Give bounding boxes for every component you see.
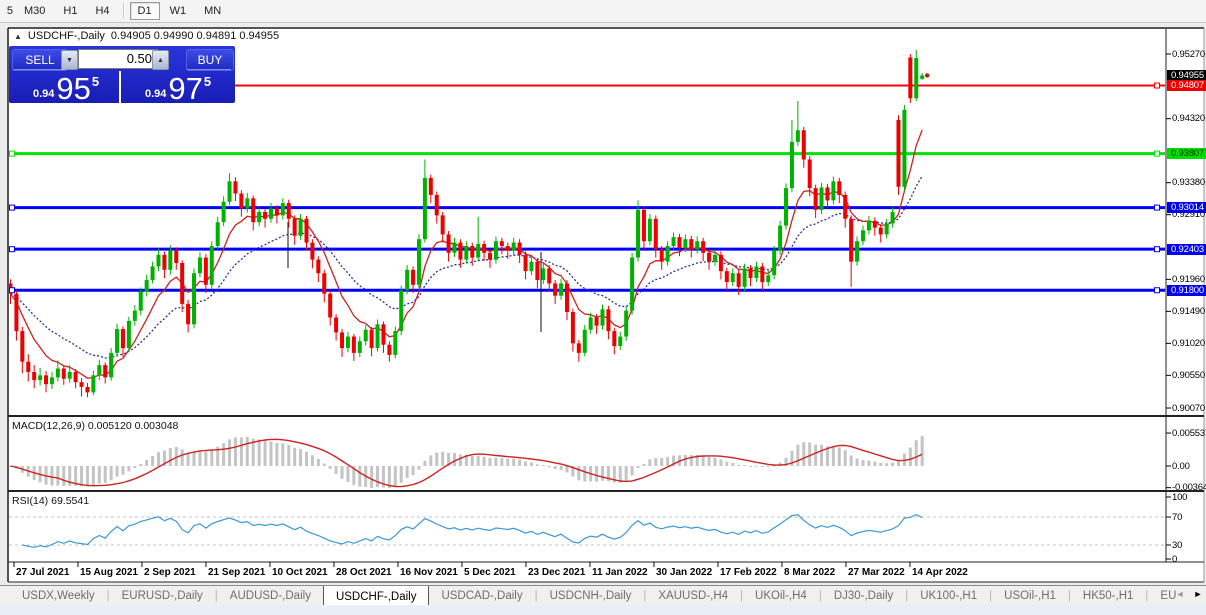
tab-audusd-daily[interactable]: AUDUSD-,Daily [218,586,323,606]
tab-usoil-h1[interactable]: USOil-,H1 [992,586,1068,606]
tab-scroll-right-button[interactable]: ► [1192,587,1204,601]
date-tick-label: 27 Mar 2022 [848,567,905,578]
date-tick-label: 5 Dec 2021 [464,567,516,578]
tab-hk50-h1[interactable]: HK50-,H1 [1071,586,1146,606]
spin-down-icon: ▼ [66,57,73,64]
level-handle [10,151,15,156]
price-tick-label: 0.95270 [1172,49,1205,60]
level-handle [10,288,15,293]
macd-tick-label: 0.005537 [1172,428,1206,439]
bid-price-display[interactable]: 0.94955 [33,71,99,103]
date-tick-label: 8 Mar 2022 [784,567,835,578]
tab-dj30-daily[interactable]: DJ30-,Daily [822,586,905,606]
date-tick-label: 14 Apr 2022 [912,567,968,578]
date-tick-label: 10 Oct 2021 [272,567,328,578]
date-tick-label: 11 Jan 2022 [592,567,648,578]
date-tick-label: 21 Sep 2021 [208,567,265,578]
tab-scroll-arrows: ◄ ► [1174,587,1204,601]
price-tick-label: 0.93380 [1172,177,1205,188]
bid-ask-divider [119,71,121,103]
chart-title: ▲ USDCHF-,Daily 0.94905 0.94990 0.94891 … [14,30,279,42]
tab-ukoil-h4[interactable]: UKOil-,H4 [743,586,819,606]
level-badge-red: 0.94807 [1167,80,1206,91]
level-handle [10,247,15,252]
one-click-trade-panel: SELL ▼ 0.50 ▲ BUY 0.94955 0.94975 [9,46,235,103]
macd-tick-label: 0.00 [1172,461,1190,472]
chart-symbol-label: USDCHF-,Daily [28,30,105,42]
spin-up-icon: ▲ [157,57,164,64]
chart-ohlc-values: 0.94905 0.94990 0.94891 0.94955 [111,30,279,42]
tab-usdchf-daily[interactable]: USDCHF-,Daily [323,585,430,606]
tab-usdcnh-daily[interactable]: USDCNH-,Daily [538,586,644,606]
tab-xauusd-h4[interactable]: XAUUSD-,H4 [646,586,740,606]
rsi-value: 69.5541 [51,495,89,507]
rsi-tick-label: 70 [1172,512,1182,523]
date-tick-label: 27 Jul 2021 [16,567,69,578]
level-handle [1155,288,1160,293]
symbol-tabbar: USDX,Weekly|EURUSD-,Daily|AUDUSD-,DailyU… [0,585,1206,606]
status-strip [0,605,1206,615]
last-price-marker [925,73,929,77]
tab-uk100-h1[interactable]: UK100-,H1 [908,586,989,606]
level-handle [1155,205,1160,210]
level-badge-blue-2: 0.92403 [1167,244,1206,255]
bid-big-digits: 95 [56,74,90,103]
rsi-tick-label: 30 [1172,540,1182,551]
date-tick-label: 17 Feb 2022 [720,567,777,578]
tab-scroll-left-button[interactable]: ◄ [1174,587,1186,601]
price-tick-label: 0.94320 [1172,113,1205,124]
buy-button[interactable]: BUY [186,49,234,71]
price-tick-label: 0.90070 [1172,403,1205,414]
date-tick-label: 23 Dec 2021 [528,567,585,578]
macd-indicator-label: MACD(12,26,9) 0.005120 0.003048 [12,420,178,432]
bid-sup-digit: 5 [92,74,99,89]
level-handle [10,205,15,210]
tab-usdcad-daily[interactable]: USDCAD-,Daily [429,586,534,606]
ask-big-digits: 97 [168,74,202,103]
date-tick-label: 28 Oct 2021 [336,567,392,578]
volume-decrease-button[interactable]: ▼ [61,50,78,70]
bid-prefix: 0.94 [33,88,54,100]
macd-values: 0.005120 0.003048 [88,420,179,432]
level-badge-blue-3: 0.91800 [1167,285,1206,296]
ask-sup-digit: 5 [204,74,211,89]
level-badge-green: 0.93807 [1167,148,1206,159]
level-handle [1155,151,1160,156]
tab-usdx-weekly[interactable]: USDX,Weekly [10,586,107,606]
volume-input[interactable]: 0.50 [78,49,158,69]
tab-eurusd-daily[interactable]: EURUSD-,Daily [110,586,215,606]
date-tick-label: 30 Jan 2022 [656,567,712,578]
collapse-icon[interactable]: ▲ [14,32,22,41]
price-tick-label: 0.91490 [1172,306,1205,317]
price-tick-label: 0.90550 [1172,370,1205,381]
level-badge-blue-1: 0.93014 [1167,202,1206,213]
level-handle [1155,83,1160,88]
price-tick-label: 0.91020 [1172,338,1205,349]
rsi-tick-label: 0 [1172,554,1177,565]
date-tick-label: 16 Nov 2021 [400,567,458,578]
ask-prefix: 0.94 [145,88,166,100]
sell-button[interactable]: SELL [12,49,68,71]
buy-groove [187,69,231,70]
sell-groove [13,69,65,70]
date-tick-label: 2 Sep 2021 [144,567,196,578]
price-tick-label: 0.91960 [1172,274,1205,285]
date-tick-label: 15 Aug 2021 [80,567,138,578]
ask-price-display[interactable]: 0.94975 [145,71,211,103]
rsi-indicator-label: RSI(14) 69.5541 [12,495,89,507]
rsi-tick-label: 100 [1172,492,1187,503]
volume-increase-button[interactable]: ▲ [152,50,169,70]
level-handle [1155,247,1160,252]
